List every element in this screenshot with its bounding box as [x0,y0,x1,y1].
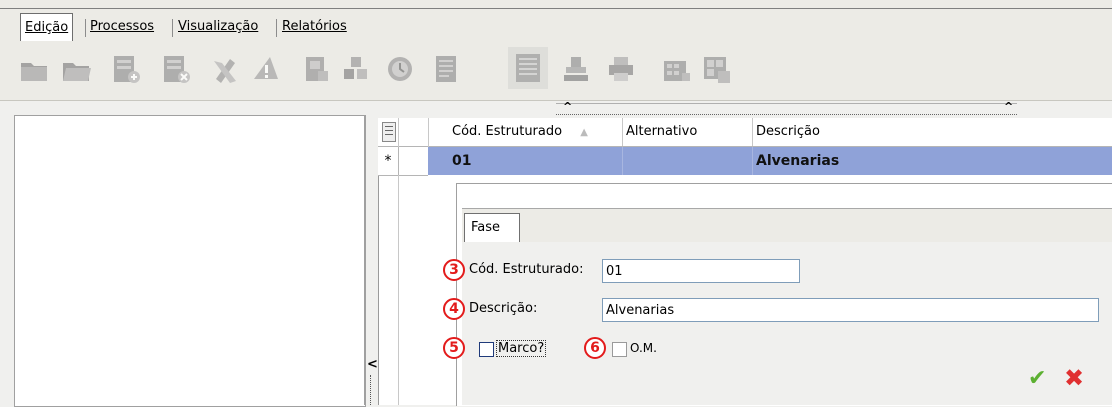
callout-badge-6: 6 [584,337,606,359]
cell-cod[interactable]: 01 [448,147,622,175]
marco-checkbox[interactable] [479,342,494,357]
menu-separator [172,19,173,37]
om-label: O.M. [630,341,657,355]
menu-tab-label: Relatórios [282,19,347,34]
column-header-label: Alternativo [626,124,698,139]
sort-ascending-icon: ▲ [580,127,588,138]
collapse-up-icon[interactable]: ^ [563,100,572,113]
column-header-alternativo[interactable]: Alternativo [622,118,753,146]
column-header-cod[interactable]: Cód. Estruturado ▲ [448,118,623,146]
report-icon[interactable] [430,53,462,85]
column-chooser-icon[interactable] [382,122,396,142]
document-icon[interactable] [300,53,332,85]
om-checkbox[interactable] [612,342,627,357]
tab-fase[interactable]: Fase [464,213,520,242]
cell-descricao[interactable]: Alvenarias [752,147,1112,175]
splitter-handle[interactable]: < [366,355,378,405]
menu-tab-visualizacao[interactable]: Visualização [174,13,262,41]
clock-icon[interactable] [384,53,416,85]
cell-alternativo[interactable] [622,147,752,175]
descricao-field[interactable]: Alvenarias [602,298,1099,322]
descricao-label: Descrição: [469,301,538,316]
column-header-label: Descrição [756,124,820,139]
tab-strip [462,208,1112,243]
callout-badge-4: 4 [443,298,465,320]
menu-tab-label: Edição [25,20,69,35]
tab-label: Fase [471,220,501,235]
menu-tab-edicao[interactable]: Edição [20,13,74,41]
menu-tab-processos[interactable]: Processos [86,13,158,41]
menu-bar [0,0,1112,44]
folder-open-icon[interactable] [60,53,92,85]
row-indicator[interactable]: * [378,147,399,176]
print-icon[interactable] [605,53,637,85]
splitter-arrow-icon: < [367,357,378,372]
menu-tab-label: Processos [90,19,155,34]
calculator-icon[interactable] [660,53,692,85]
cod-estruturado-label: Cód. Estruturado: [469,262,584,277]
callout-badge-3: 3 [443,259,465,281]
menu-tab-label: Visualização [178,19,259,34]
cancel-x-icon[interactable]: ✖ [1064,364,1084,392]
collapse-down-icon[interactable]: ^ [1004,100,1013,113]
warning-icon[interactable] [250,53,282,85]
collapse-bar[interactable] [556,103,1017,115]
delete-record-icon[interactable] [160,53,192,85]
list-icon[interactable] [508,47,548,89]
menu-separator [276,19,277,37]
column-header-label: Cód. Estruturado [452,124,563,139]
menu-tab-relatorios[interactable]: Relatórios [278,13,351,41]
blocks-icon[interactable] [340,53,372,85]
confirm-check-icon[interactable]: ✔ [1028,366,1046,391]
callout-badge-5: 5 [443,337,465,359]
add-record-icon[interactable] [110,53,142,85]
cod-estruturado-field[interactable]: 01 [602,259,800,283]
folder-icon[interactable] [18,53,50,85]
tools-icon[interactable] [210,53,242,85]
column-header-descricao[interactable]: Descrição [752,118,1112,146]
grid-icon[interactable] [700,53,732,85]
tree-view[interactable] [14,115,366,407]
stamp-icon[interactable] [560,53,592,85]
marco-label[interactable]: Marco? [496,340,547,357]
